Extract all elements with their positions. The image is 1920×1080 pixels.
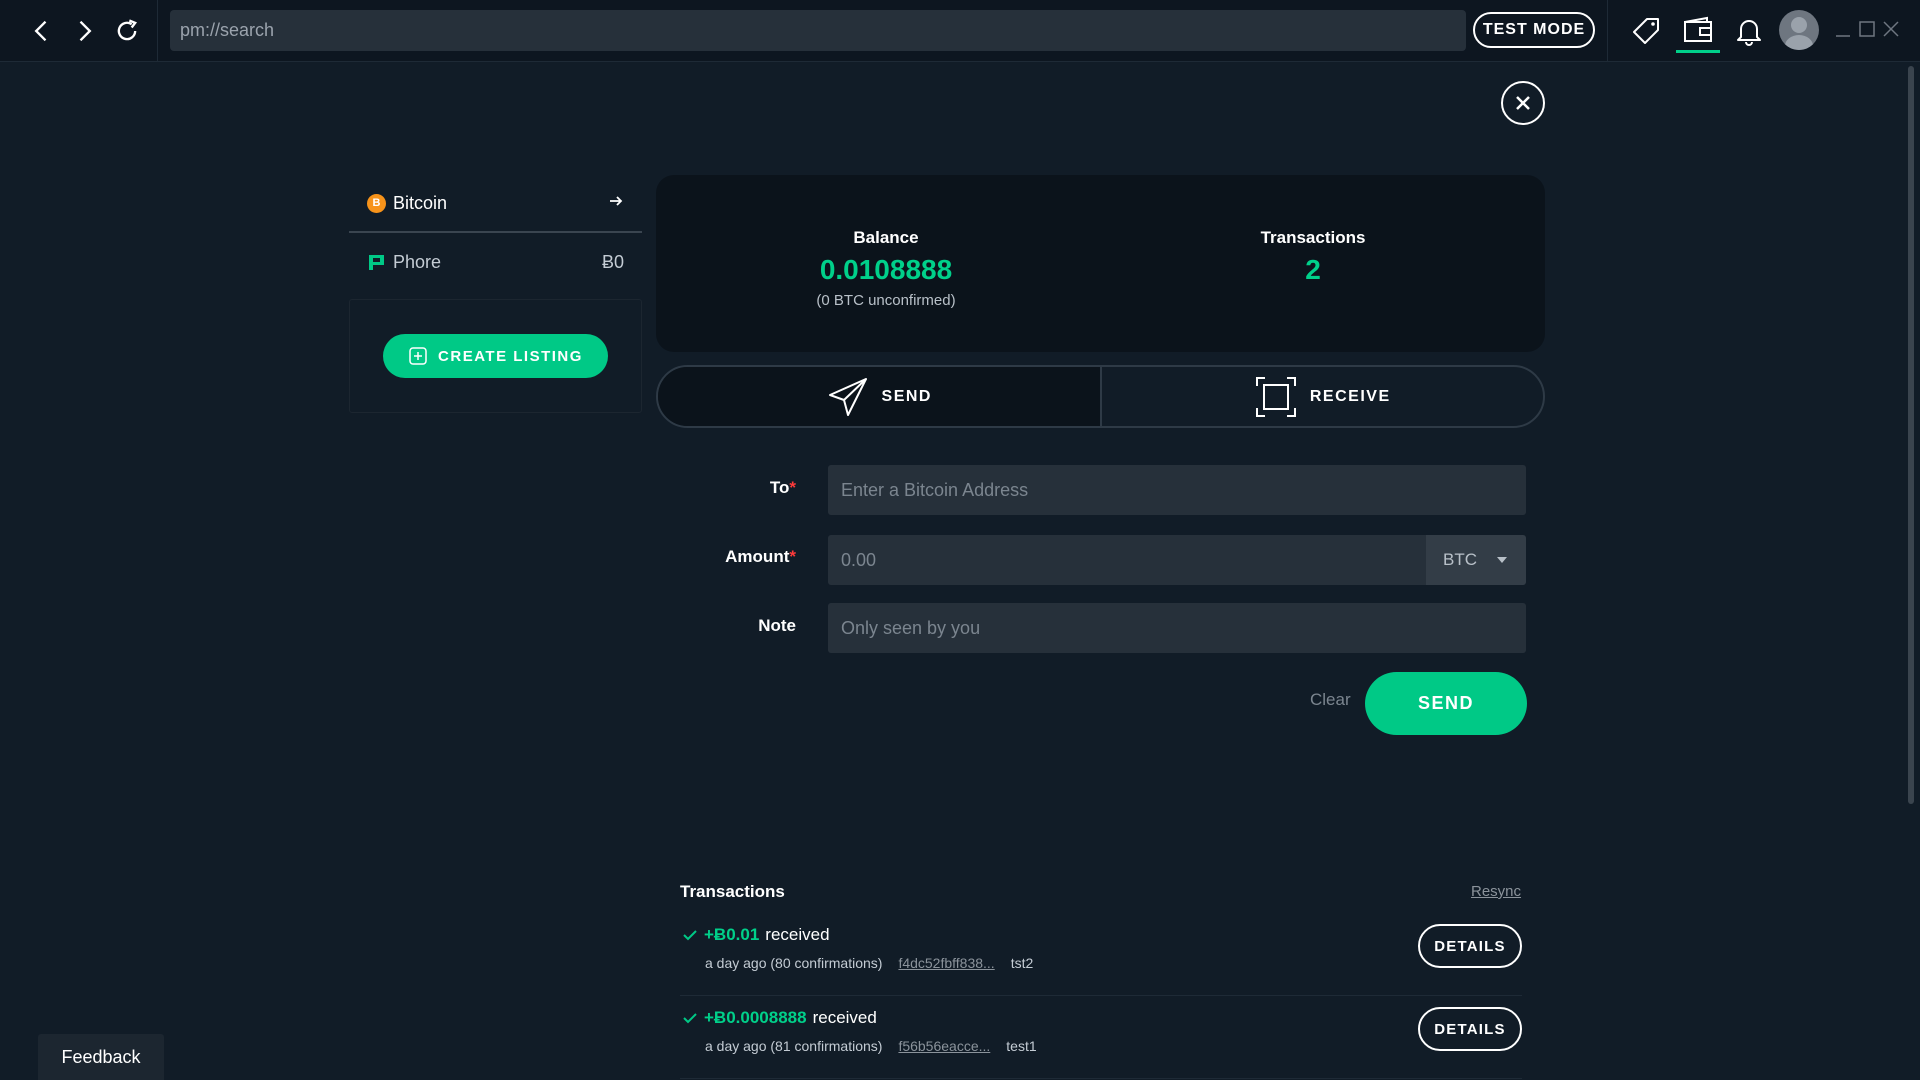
test-mode-button[interactable]: TEST MODE: [1473, 12, 1595, 48]
transaction-direction: received: [765, 925, 830, 944]
notifications-button[interactable]: [1729, 12, 1769, 50]
resync-link[interactable]: Resync: [1471, 883, 1521, 900]
caret-down-icon: [1497, 557, 1507, 563]
chevron-left-icon: [34, 20, 47, 42]
transaction-memo: tst2: [1010, 955, 1034, 971]
tab-send-label: SEND: [881, 387, 932, 405]
amount-label: Amount*: [725, 547, 796, 566]
transactions-count: 2: [1305, 254, 1321, 285]
tab-send[interactable]: SEND: [658, 367, 1100, 426]
minimize-icon: [1836, 35, 1850, 37]
transaction-amount: +Ƀ0.0008888: [704, 1008, 807, 1027]
wallet-icon: [1684, 16, 1712, 42]
create-listing-label: CREATE LISTING: [438, 347, 583, 365]
currency-value: BTC: [1443, 550, 1477, 569]
check-icon: [683, 1013, 697, 1024]
coin-name: Phore: [393, 251, 442, 272]
chevron-right-icon: [79, 20, 92, 42]
note-input[interactable]: Only seen by you: [828, 603, 1526, 653]
close-wallet-button[interactable]: [1501, 81, 1545, 125]
balance-label: Balance: [853, 228, 919, 247]
transaction-meta-row: a day ago (80 confirmations) f4dc52fbff8…: [705, 955, 1033, 971]
amount-input[interactable]: 0.00: [828, 535, 1428, 585]
transaction-hash-link[interactable]: f4dc52fbff838...: [898, 955, 994, 971]
transaction-hash-link[interactable]: f56b56eacce...: [898, 1038, 990, 1054]
close-icon: [1516, 96, 1530, 110]
address-bar[interactable]: pm://search: [170, 10, 1466, 51]
note-label: Note: [758, 616, 796, 635]
listings-button[interactable]: [1626, 12, 1666, 50]
scrollbar[interactable]: [1908, 66, 1914, 804]
phore-icon: [367, 253, 386, 272]
required-mark: *: [789, 478, 796, 497]
clear-button[interactable]: Clear: [1310, 690, 1351, 710]
create-listing-button[interactable]: CREATE LISTING: [383, 334, 608, 378]
coin-sidebar: B Bitcoin Phore Ƀ0 CREATE LISTING: [349, 175, 642, 413]
balance-value: 0.0108888: [819, 254, 953, 285]
paper-plane-icon: [828, 377, 867, 416]
to-label: To*: [769, 478, 796, 497]
create-listing-panel: CREATE LISTING: [349, 299, 642, 413]
to-address-input[interactable]: Enter a Bitcoin Address: [828, 465, 1526, 515]
qr-frame-icon: [1255, 376, 1296, 417]
plus-square-icon: [409, 347, 427, 365]
transactions-title: Transactions: [680, 882, 785, 901]
close-window-icon: [1883, 21, 1899, 37]
reload-icon: [117, 19, 138, 41]
coin-balance: Ƀ0: [601, 251, 624, 272]
transaction-row: +Ƀ0.0008888 received a day ago (81 confi…: [680, 996, 1522, 1079]
send-button[interactable]: SEND: [1365, 672, 1527, 735]
currency-select[interactable]: BTC: [1426, 535, 1526, 585]
top-bar: pm://search TEST MODE: [0, 0, 1920, 62]
forward-button[interactable]: [67, 14, 101, 48]
maximize-icon: [1859, 21, 1875, 37]
balance-stat: Balance 0.0108888 (0 BTC unconfirmed): [736, 228, 1036, 309]
bitcoin-icon: B: [367, 193, 386, 213]
coin-item-bitcoin[interactable]: B Bitcoin: [349, 175, 642, 233]
transaction-summary: +Ƀ0.01 received: [682, 925, 830, 945]
transaction-meta-row: a day ago (81 confirmations) f56b56eacce…: [705, 1038, 1037, 1054]
transaction-direction: received: [812, 1008, 877, 1027]
tab-receive-label: RECEIVE: [1309, 387, 1391, 405]
transactions-label: Transactions: [1260, 228, 1366, 247]
coin-name: Bitcoin: [393, 192, 448, 213]
transaction-meta: a day ago (80 confirmations): [705, 955, 883, 971]
bell-icon: [1737, 20, 1761, 46]
maximize-window-button[interactable]: [1856, 18, 1878, 40]
tab-receive[interactable]: RECEIVE: [1099, 367, 1544, 426]
required-mark: *: [789, 547, 796, 566]
reload-button[interactable]: [110, 14, 144, 48]
feedback-button[interactable]: Feedback: [38, 1034, 164, 1080]
arrow-right-icon: [608, 193, 624, 214]
transaction-memo: test1: [1006, 1038, 1037, 1054]
send-receive-tabs: SEND RECEIVE: [656, 365, 1545, 428]
check-icon: [683, 930, 697, 941]
transaction-meta: a day ago (81 confirmations): [705, 1038, 883, 1054]
close-window-button[interactable]: [1880, 18, 1902, 40]
wallet-active-indicator: [1676, 50, 1720, 53]
back-button[interactable]: [25, 14, 59, 48]
nav-divider: [157, 0, 158, 62]
user-avatar-icon: [1785, 17, 1813, 50]
tag-icon: [1633, 18, 1659, 44]
coin-item-phore[interactable]: Phore Ƀ0: [349, 233, 642, 291]
wallet-button[interactable]: [1678, 12, 1718, 50]
details-button[interactable]: DETAILS: [1418, 1007, 1522, 1051]
transaction-summary: +Ƀ0.0008888 received: [682, 1008, 877, 1028]
transaction-row: +Ƀ0.01 received a day ago (80 confirmati…: [680, 913, 1522, 996]
transaction-amount: +Ƀ0.01: [704, 925, 760, 944]
avatar[interactable]: [1779, 10, 1819, 50]
unconfirmed-balance: (0 BTC unconfirmed): [816, 292, 956, 309]
transactions-stat: Transactions 2: [1163, 228, 1463, 286]
minimize-window-button[interactable]: [1832, 18, 1854, 40]
details-button[interactable]: DETAILS: [1418, 924, 1522, 968]
wallet-stats: Balance 0.0108888 (0 BTC unconfirmed) Tr…: [656, 175, 1545, 352]
toolbar-divider: [1607, 0, 1608, 62]
